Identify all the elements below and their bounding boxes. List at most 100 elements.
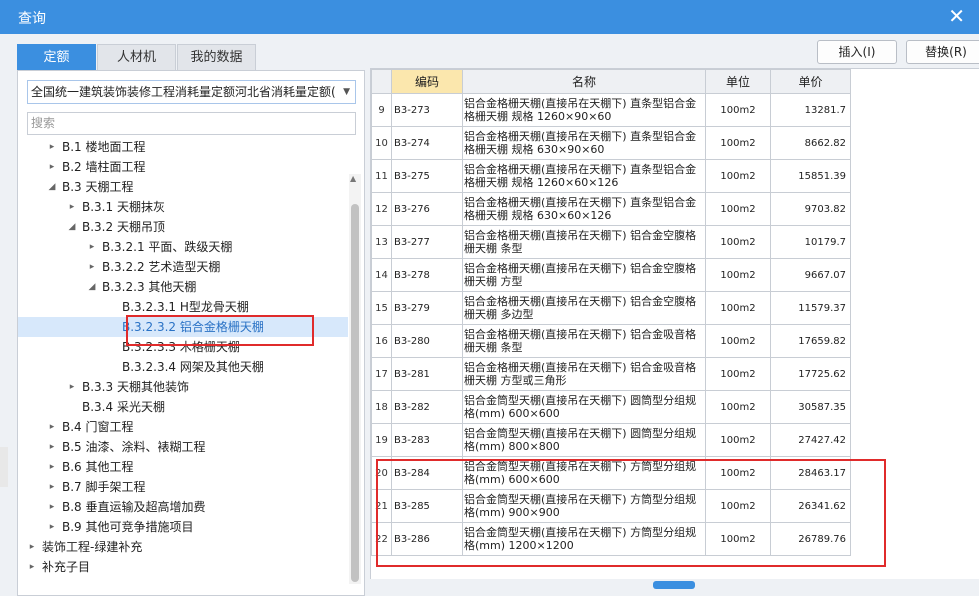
scrollbar-thumb[interactable]	[351, 204, 359, 582]
expanded-arrow-icon[interactable]: ◢	[46, 177, 58, 197]
table-row[interactable]: 11 B3-275 铝合金格栅天棚(直接吊在天棚下) 直条型铝合金格栅天棚 规格 1…	[371, 159, 851, 193]
quota-code: B3-276	[391, 192, 463, 226]
quota-code: B3-274	[391, 126, 463, 160]
quota-table-panel: 编码 名称 单位 单价 9 B3-273 铝合金格栅天棚(直接吊在天棚下) 直条型铝…	[370, 68, 979, 596]
tree-item[interactable]: ◢ B.3 天棚工程	[18, 177, 348, 197]
quota-unit: 100m2	[705, 192, 771, 226]
table-row[interactable]: 18 B3-282 铝合金筒型天棚(直接吊在天棚下) 圆筒型分组规格(mm) 600…	[371, 390, 851, 424]
tree-item[interactable]: B.3.2.3.2 铝合金格栅天棚	[18, 317, 348, 337]
tree-item[interactable]: ▸ B.6 其他工程	[18, 457, 348, 477]
row-index: 12	[371, 192, 392, 226]
unit-header[interactable]: 单位	[705, 69, 771, 94]
price-header[interactable]: 单价	[770, 69, 851, 94]
collapsed-arrow-icon[interactable]: ▸	[66, 377, 78, 397]
table-row[interactable]: 16 B3-280 铝合金格栅天棚(直接吊在天棚下) 铝合金吸音格栅天棚 条型 100…	[371, 324, 851, 358]
collapsed-arrow-icon[interactable]: ▸	[46, 157, 58, 177]
search-input[interactable]: 搜索	[27, 112, 356, 135]
table-row[interactable]: 21 B3-285 铝合金筒型天棚(直接吊在天棚下) 方筒型分组规格(mm) 900…	[371, 489, 851, 523]
quota-code: B3-277	[391, 225, 463, 259]
tree-item-label: B.6 其他工程	[62, 460, 134, 474]
quota-library-select[interactable]: 全国统一建筑装饰装修工程消耗量定额河北省消耗量定额(20 ▼	[27, 80, 356, 104]
tree-item[interactable]: ▸ B.7 脚手架工程	[18, 477, 348, 497]
row-index: 13	[371, 225, 392, 259]
tree-item[interactable]: ◢ B.3.2 天棚吊顶	[18, 217, 348, 237]
table-row[interactable]: 14 B3-278 铝合金格栅天棚(直接吊在天棚下) 铝合金空腹格栅天棚 方型 100…	[371, 258, 851, 292]
table-row[interactable]: 20 B3-284 铝合金筒型天棚(直接吊在天棚下) 方筒型分组规格(mm) 600…	[371, 456, 851, 490]
row-index: 22	[371, 522, 392, 556]
collapsed-arrow-icon[interactable]: ▸	[46, 437, 58, 457]
quota-unit: 100m2	[705, 390, 771, 424]
tree-item[interactable]: B.3.2.3.1 H型龙骨天棚	[18, 297, 348, 317]
collapsed-arrow-icon[interactable]: ▸	[46, 497, 58, 517]
tree-item[interactable]: ▸ 补充子目	[18, 557, 348, 577]
collapsed-arrow-icon[interactable]: ▸	[66, 197, 78, 217]
quota-unit: 100m2	[705, 357, 771, 391]
collapsed-arrow-icon[interactable]: ▸	[46, 457, 58, 477]
tree-item[interactable]: B.3.2.3.4 网架及其他天棚	[18, 357, 348, 377]
table-row[interactable]: 17 B3-281 铝合金格栅天棚(直接吊在天棚下) 铝合金吸音格栅天棚 方型或三角…	[371, 357, 851, 391]
tree-item-label: B.3.2.3.2 铝合金格栅天棚	[122, 320, 264, 334]
index-header	[371, 69, 392, 94]
table-row[interactable]: 22 B3-286 铝合金筒型天棚(直接吊在天棚下) 方筒型分组规格(mm) 120…	[371, 522, 851, 556]
row-index: 17	[371, 357, 392, 391]
collapsed-arrow-icon[interactable]: ▸	[46, 137, 58, 157]
tree-item[interactable]: ▸ B.8 垂直运输及超高增加费	[18, 497, 348, 517]
table-row[interactable]: 15 B3-279 铝合金格栅天棚(直接吊在天棚下) 铝合金空腹格栅天棚 多边型 10…	[371, 291, 851, 325]
collapsed-arrow-icon[interactable]: ▸	[46, 517, 58, 537]
code-header[interactable]: 编码	[391, 69, 463, 94]
name-header[interactable]: 名称	[462, 69, 706, 94]
collapsed-arrow-icon[interactable]: ▸	[26, 557, 38, 577]
tree-item[interactable]: ▸ B.4 门窗工程	[18, 417, 348, 437]
table-row[interactable]: 10 B3-274 铝合金格栅天棚(直接吊在天棚下) 直条型铝合金格栅天棚 规格 6…	[371, 126, 851, 160]
tree-item[interactable]: B.3.4 采光天棚	[18, 397, 348, 417]
scroll-up-icon[interactable]: ▲	[350, 174, 356, 183]
tree-item[interactable]: ▸ 装饰工程-绿建补充	[18, 537, 348, 557]
tree-item[interactable]: ▸ B.3.1 天棚抹灰	[18, 197, 348, 217]
quota-name: 铝合金筒型天棚(直接吊在天棚下) 方筒型分组规格(mm) 600×600	[462, 456, 706, 490]
tree-item-label: B.9 其他可竞争措施项目	[62, 520, 194, 534]
tree-item[interactable]: ▸ B.3.2.1 平面、跌级天棚	[18, 237, 348, 257]
tab-quota[interactable]: 定额	[17, 44, 96, 70]
tree-item-label: B.3.2.1 平面、跌级天棚	[102, 240, 233, 254]
tree-item-label: B.3.3 天棚其他装饰	[82, 380, 189, 394]
row-index: 21	[371, 489, 392, 523]
quota-name: 铝合金筒型天棚(直接吊在天棚下) 方筒型分组规格(mm) 900×900	[462, 489, 706, 523]
tab-my-data[interactable]: 我的数据	[177, 44, 256, 70]
quota-name: 铝合金格栅天棚(直接吊在天棚下) 铝合金吸音格栅天棚 条型	[462, 324, 706, 358]
table-horizontal-scrollbar[interactable]	[370, 579, 979, 596]
query-dialog: 查询 ✕ 定额 人材机 我的数据 插入(I) 替换(R) 全国统一建筑装饰装修工…	[0, 0, 979, 596]
quota-price: 27427.42	[770, 423, 851, 457]
table-row[interactable]: 12 B3-276 铝合金格栅天棚(直接吊在天棚下) 直条型铝合金格栅天棚 规格 6…	[371, 192, 851, 226]
tree-item-label: B.7 脚手架工程	[62, 480, 146, 494]
table-row[interactable]: 19 B3-283 铝合金筒型天棚(直接吊在天棚下) 圆筒型分组规格(mm) 800…	[371, 423, 851, 457]
tree-scrollbar[interactable]: ▲	[349, 174, 361, 584]
tree-item-label: B.3.2.3.3 木格栅天棚	[122, 340, 240, 354]
tree-item[interactable]: ▸ B.5 油漆、涂料、裱糊工程	[18, 437, 348, 457]
tree-item[interactable]: ▸ B.3.2.2 艺术造型天棚	[18, 257, 348, 277]
replace-button[interactable]: 替换(R)	[906, 40, 979, 64]
tab-materials[interactable]: 人材机	[97, 44, 176, 70]
table-row[interactable]: 9 B3-273 铝合金格栅天棚(直接吊在天棚下) 直条型铝合金格栅天棚 规格 12…	[371, 93, 851, 127]
tree-item-label: 装饰工程-绿建补充	[42, 540, 143, 554]
quota-unit: 100m2	[705, 489, 771, 523]
scrollbar-grip[interactable]	[653, 581, 695, 589]
collapsed-arrow-icon[interactable]: ▸	[26, 537, 38, 557]
tree-item[interactable]: ◢ B.3.2.3 其他天棚	[18, 277, 348, 297]
insert-button[interactable]: 插入(I)	[817, 40, 897, 64]
collapsed-arrow-icon[interactable]: ▸	[86, 257, 98, 277]
tree-item[interactable]: ▸ B.2 墙柱面工程	[18, 157, 348, 177]
collapsed-arrow-icon[interactable]: ▸	[86, 237, 98, 257]
chevron-down-icon[interactable]: ▼	[343, 81, 350, 103]
tree-item-label: B.3.2 天棚吊顶	[82, 220, 165, 234]
tree-item[interactable]: ▸ B.3.3 天棚其他装饰	[18, 377, 348, 397]
close-icon[interactable]: ✕	[948, 4, 965, 28]
table-row[interactable]: 13 B3-277 铝合金格栅天棚(直接吊在天棚下) 铝合金空腹格栅天棚 条型 100…	[371, 225, 851, 259]
expanded-arrow-icon[interactable]: ◢	[86, 277, 98, 297]
expanded-arrow-icon[interactable]: ◢	[66, 217, 78, 237]
collapsed-arrow-icon[interactable]: ▸	[46, 417, 58, 437]
collapsed-arrow-icon[interactable]: ▸	[46, 477, 58, 497]
quota-tree-panel: 全国统一建筑装饰装修工程消耗量定额河北省消耗量定额(20 ▼ 搜索 ▸ B.1 楼…	[17, 70, 365, 596]
tree-item[interactable]: B.3.2.3.3 木格栅天棚	[18, 337, 348, 357]
tree-item[interactable]: ▸ B.1 楼地面工程	[18, 137, 348, 157]
tree-item[interactable]: ▸ B.9 其他可竞争措施项目	[18, 517, 348, 537]
